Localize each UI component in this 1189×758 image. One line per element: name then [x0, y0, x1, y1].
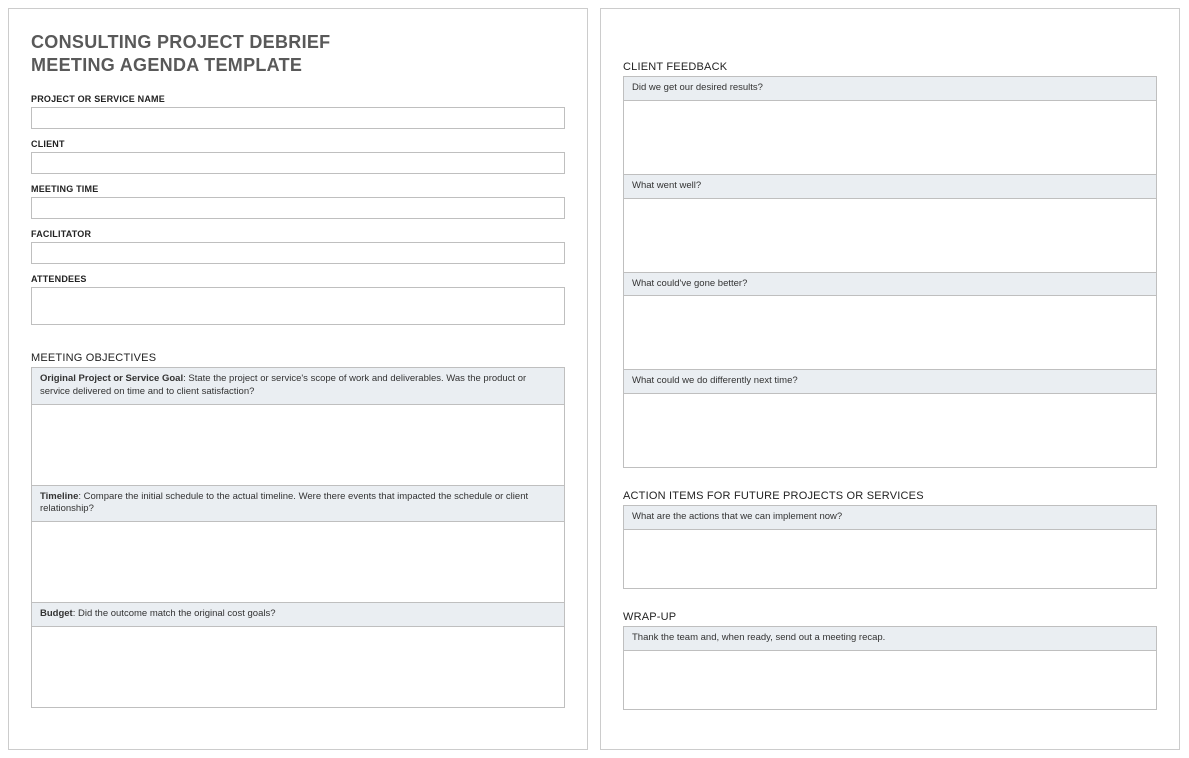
label-attendees: ATTENDEES: [31, 274, 565, 284]
prompt-budget-text: : Did the outcome match the original cos…: [73, 608, 276, 619]
header-wrapup: WRAP-UP: [623, 611, 1157, 623]
prompt-timeline-bold: Timeline: [40, 491, 78, 502]
prompt-timeline-text: : Compare the initial schedule to the ac…: [40, 491, 528, 515]
input-feedback-4[interactable]: [623, 393, 1157, 468]
prompt-feedback-2: What went well?: [623, 175, 1157, 198]
input-facilitator[interactable]: [31, 242, 565, 264]
doc-title-line2: MEETING AGENDA TEMPLATE: [31, 54, 565, 77]
section-client-feedback: CLIENT FEEDBACK Did we get our desired r…: [623, 61, 1157, 468]
prompt-feedback-1: Did we get our desired results?: [623, 76, 1157, 100]
input-meeting-time[interactable]: [31, 197, 565, 219]
header-client-feedback: CLIENT FEEDBACK: [623, 61, 1157, 73]
input-project[interactable]: [31, 107, 565, 129]
label-meeting-time: MEETING TIME: [31, 184, 565, 194]
prompt-budget-bold: Budget: [40, 608, 73, 619]
page-1: CONSULTING PROJECT DEBRIEF MEETING AGEND…: [8, 8, 588, 750]
page-2: CLIENT FEEDBACK Did we get our desired r…: [600, 8, 1180, 750]
prompt-goal-bold: Original Project or Service Goal: [40, 373, 183, 384]
label-client: CLIENT: [31, 139, 565, 149]
header-meeting-objectives: MEETING OBJECTIVES: [31, 352, 565, 364]
input-timeline[interactable]: [31, 521, 565, 603]
doc-title-line1: CONSULTING PROJECT DEBRIEF: [31, 31, 565, 54]
input-client[interactable]: [31, 152, 565, 174]
prompt-wrapup: Thank the team and, when ready, send out…: [623, 626, 1157, 650]
objectives-stack: Original Project or Service Goal: State …: [31, 367, 565, 708]
prompt-feedback-3: What could've gone better?: [623, 273, 1157, 296]
prompt-goal: Original Project or Service Goal: State …: [31, 367, 565, 404]
prompt-timeline: Timeline: Compare the initial schedule t…: [31, 486, 565, 522]
input-goal[interactable]: [31, 404, 565, 486]
header-action-items: ACTION ITEMS FOR FUTURE PROJECTS OR SERV…: [623, 490, 1157, 502]
input-budget[interactable]: [31, 626, 565, 708]
header-fields: PROJECT OR SERVICE NAME CLIENT MEETING T…: [31, 94, 565, 330]
input-feedback-3[interactable]: [623, 295, 1157, 370]
prompt-feedback-4: What could we do differently next time?: [623, 370, 1157, 393]
input-attendees[interactable]: [31, 287, 565, 325]
section-wrapup: WRAP-UP Thank the team and, when ready, …: [623, 611, 1157, 710]
section-meeting-objectives: MEETING OBJECTIVES Original Project or S…: [31, 352, 565, 708]
prompt-actions: What are the actions that we can impleme…: [623, 505, 1157, 529]
input-actions[interactable]: [623, 529, 1157, 589]
input-feedback-2[interactable]: [623, 198, 1157, 273]
feedback-stack: Did we get our desired results? What wen…: [623, 76, 1157, 468]
section-action-items: ACTION ITEMS FOR FUTURE PROJECTS OR SERV…: [623, 490, 1157, 589]
input-wrapup[interactable]: [623, 650, 1157, 710]
input-feedback-1[interactable]: [623, 100, 1157, 175]
label-project: PROJECT OR SERVICE NAME: [31, 94, 565, 104]
prompt-budget: Budget: Did the outcome match the origin…: [31, 603, 565, 626]
label-facilitator: FACILITATOR: [31, 229, 565, 239]
